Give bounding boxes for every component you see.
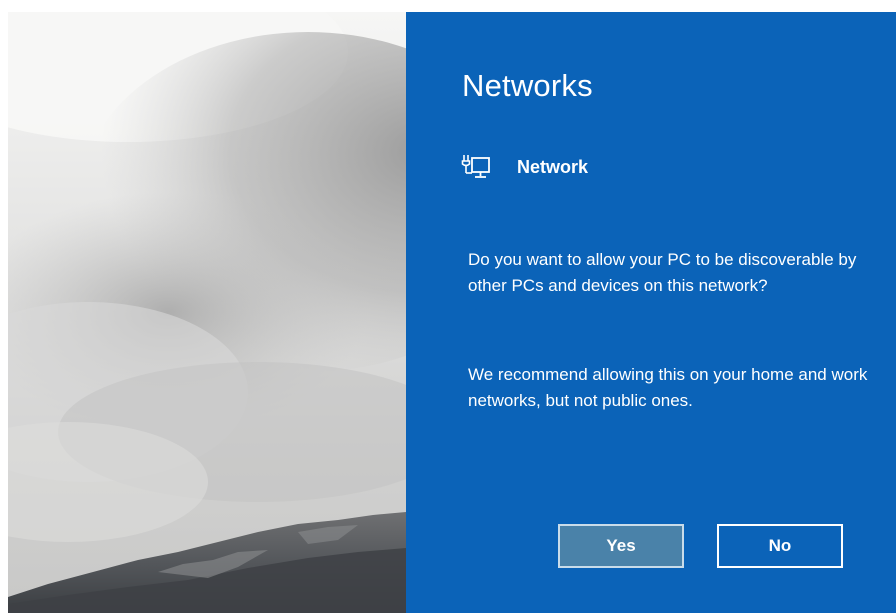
networks-flyout-panel: Networks Network Do you want to allow yo…	[406, 12, 896, 613]
no-button[interactable]: No	[717, 524, 843, 568]
recommendation-text: We recommend allowing this on your home …	[468, 365, 868, 410]
network-computer-icon	[461, 153, 491, 181]
screen: Networks Network Do you want to allow yo…	[0, 0, 896, 613]
wallpaper-cloud-mountain-image	[8, 12, 406, 613]
discoverable-question: Do you want to allow your PC to be disco…	[468, 250, 857, 295]
panel-title: Networks	[462, 68, 593, 103]
network-row: Network	[461, 152, 588, 182]
yes-button[interactable]: Yes	[558, 524, 684, 568]
desktop-wallpaper	[8, 12, 406, 613]
network-name: Network	[517, 156, 589, 177]
